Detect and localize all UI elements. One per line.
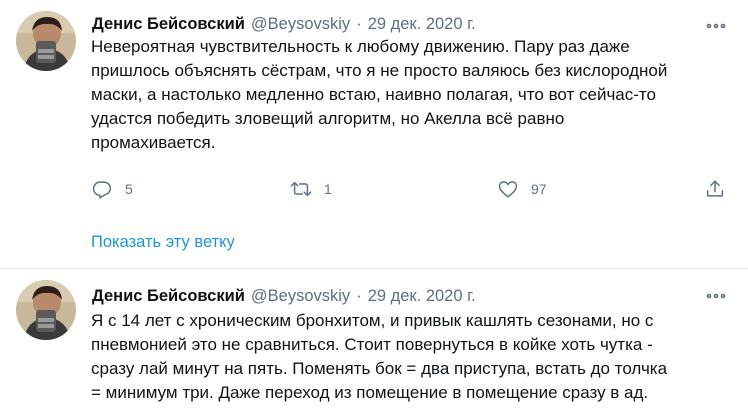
tweet-date[interactable]: 29 дек. 2020 г.	[368, 285, 476, 307]
avatar-photo	[16, 280, 76, 340]
retweet-count: 1	[324, 181, 332, 197]
tweet-text: Я с 14 лет с хроническим бронхитом, и пр…	[91, 311, 668, 402]
tweet[interactable]: Денис Бейсовский @Beysovskiy · 29 дек. 2…	[0, 269, 748, 417]
like-count: 97	[531, 181, 547, 197]
tweet-header: Денис Бейсовский @Beysovskiy · 29 дек. 2…	[92, 13, 476, 35]
share-icon	[704, 178, 726, 200]
reply-button[interactable]: 5	[91, 176, 133, 202]
tweet-date[interactable]: 29 дек. 2020 г.	[368, 13, 476, 35]
share-button[interactable]	[704, 176, 726, 202]
author-name[interactable]: Денис Бейсовский	[92, 285, 245, 307]
avatar-photo	[16, 11, 76, 71]
retweet-button[interactable]: 1	[290, 176, 332, 202]
show-thread-link[interactable]: Показать эту ветку	[91, 231, 235, 253]
author-handle[interactable]: @Beysovskiy	[251, 285, 350, 307]
avatar[interactable]	[16, 280, 76, 340]
reply-count: 5	[125, 181, 133, 197]
reply-icon	[91, 178, 113, 200]
separator: ·	[356, 287, 362, 305]
like-button[interactable]: 97	[497, 176, 547, 202]
author-handle[interactable]: @Beysovskiy	[251, 13, 350, 35]
tweet[interactable]: Денис Бейсовский @Beysovskiy · 29 дек. 2…	[0, 0, 748, 269]
tweet-text: Невероятная чувствительность к любому дв…	[91, 37, 668, 152]
heart-icon	[497, 178, 519, 200]
tweet-actions: 5 1 97	[0, 176, 748, 202]
author-name[interactable]: Денис Бейсовский	[92, 13, 245, 35]
tweet-header: Денис Бейсовский @Beysovskiy · 29 дек. 2…	[92, 285, 476, 307]
more-icon[interactable]	[704, 284, 728, 308]
separator: ·	[356, 15, 362, 33]
avatar[interactable]	[16, 11, 76, 71]
retweet-icon	[290, 178, 312, 200]
